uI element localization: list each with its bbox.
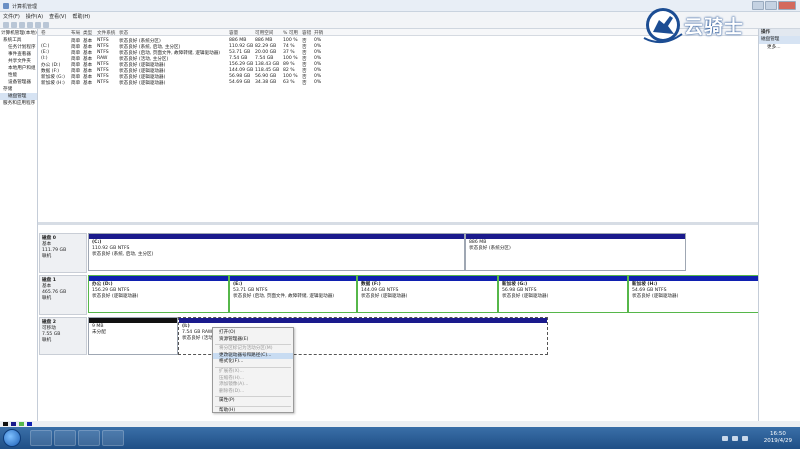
partition-status: 状态良好 (逻辑驱动器) [502,294,549,299]
tree-item-event-viewer[interactable]: 事件查看器 [0,51,37,58]
partition-e[interactable]: (E:) 53.71 GB NTFS 状态良好 (启动, 页面文件, 故障转储,… [229,275,357,313]
actions-pane: 操作 磁盘管理 更多... [758,29,800,421]
col-volume[interactable]: 卷 [41,30,46,36]
partition-unallocated[interactable]: 9 MB 未分配 [88,317,178,355]
tray-flag-icon[interactable] [742,436,748,441]
tree-item-system-tools[interactable]: 系统工具 [0,37,37,44]
cell-status: 状态良好 (逻辑驱动器) [119,81,166,86]
context-menu-item: 扩展卷(X)... [219,368,244,374]
disk-0-label[interactable]: 磁盘 0 基本 111.79 GB 联机 [39,233,87,273]
partition-status: 未分配 [92,330,106,335]
context-menu-item: 删除卷(D)... [219,388,245,394]
context-menu-item[interactable]: 帮助(H) [213,408,293,415]
tree-item-shared-folders[interactable]: 共享文件夹 [0,58,37,65]
partition-g[interactable]: 新加坡 (G:) 56.98 GB NTFS 状态良好 (逻辑驱动器) [498,275,628,313]
partition-system-reserved[interactable]: 886 MB 状态良好 (系统分区) [465,233,686,271]
volume-row[interactable]: 新加坡 (H:) 简单 基本 NTFS 状态良好 (逻辑驱动器) 54.69 GB 34.3… [38,79,758,86]
window-title: 计算机管理 [12,4,38,10]
context-menu-item: 将分区标记为活动分区(M) [219,346,273,352]
partition-status: 状态良好 (逻辑驱动器) [92,294,139,299]
cell-capacity: 54.69 GB [229,80,251,85]
partition-status: 状态良好 (启动, 页面文件, 故障转储, 逻辑驱动器) [233,294,335,299]
menu-separator [215,366,291,368]
menu-help[interactable]: 帮助(H) [72,13,90,20]
cell-volume: 新加坡 (H:) [41,81,65,86]
tray-network-icon[interactable] [722,436,728,441]
cell-type: 基本 [83,81,93,86]
back-icon[interactable] [3,21,9,28]
help-icon[interactable] [35,21,41,28]
disk-2-label[interactable]: 磁盘 2 可移动 7.55 GB 联机 [39,317,87,355]
context-menu-item[interactable]: 属性(P) [213,398,293,405]
partition-status: 状态良好 (逻辑驱动器) [632,294,679,299]
col-capacity[interactable]: 容量 [229,30,238,36]
tree-item-storage[interactable]: 存储 [0,86,37,93]
col-overhead[interactable]: 开销 [314,30,323,36]
cell-filesystem: NTFS [97,80,109,85]
tree-item-device-manager[interactable]: 设备管理器 [0,79,37,86]
tree-item-performance[interactable]: 性能 [0,72,37,79]
partition-f[interactable]: 数据 (F:) 144.09 GB NTFS 状态良好 (逻辑驱动器) [357,275,498,313]
properties-icon[interactable] [27,21,33,28]
menu-action[interactable]: 操作(A) [26,13,43,20]
start-button[interactable] [3,429,21,447]
partition-status: 状态良好 (逻辑驱动器) [361,294,408,299]
context-menu-item[interactable]: 打开(O) [213,330,293,337]
navigation-tree: 计算机管理(本地) 系统工具 任务计划程序 事件查看器 共享文件夹 本地用户和组… [0,29,38,421]
context-menu: 打开(O) 资源管理器(E) 将分区标记为活动分区(M) 更改驱动器号和路径(C)..… [212,327,294,413]
col-type[interactable]: 类型 [83,30,92,36]
context-menu-item[interactable]: 资源管理器(E) [213,337,293,344]
taskbar-disk-management-icon[interactable] [102,430,124,446]
col-free[interactable]: 可用空间 [255,30,273,36]
disk-1-label[interactable]: 磁盘 1 基本 465.76 GB 联机 [39,275,87,315]
taskbar: 16:50 2019/4/29 [0,427,800,449]
cell-overhead: 0% [314,80,322,85]
watermark-text: 云骑士 [684,16,745,38]
disk-status: 联机 [42,338,52,343]
tree-item-root[interactable]: 计算机管理(本地) [0,30,37,37]
clock-date: 2019/4/29 [763,438,792,444]
tree-item-task-scheduler[interactable]: 任务计划程序 [0,44,37,51]
cell-fault-tolerance: 否 [302,81,307,86]
col-fault-tolerance[interactable]: 容错 [302,30,311,36]
legend-logical-icon [27,422,32,426]
cell-free-percent: 63 % [283,80,295,85]
legend-extended-icon [19,422,24,426]
taskbar-explorer-icon[interactable] [30,430,52,446]
pane-splitter[interactable] [38,222,758,225]
up-icon[interactable] [19,21,25,28]
partition-d[interactable]: 办公 (D:) 156.29 GB NTFS 状态良好 (逻辑驱动器) [88,275,229,313]
partition-c[interactable]: (C:) 110.92 GB NTFS 状态良好 (系统, 启动, 主分区) [88,233,465,271]
tray-volume-icon[interactable] [732,436,738,441]
col-layout[interactable]: 布局 [71,30,80,36]
refresh-icon[interactable] [43,21,49,28]
cell-free: 34.38 GB [255,80,277,85]
menu-view[interactable]: 查看(V) [49,13,66,20]
tree-item-disk-management[interactable]: 磁盘管理 [0,93,37,100]
taskbar-app-icon[interactable] [78,430,100,446]
disk-status: 联机 [42,296,52,301]
context-menu-item: 添加镜像(A)... [219,382,249,388]
forward-icon[interactable] [11,21,17,28]
clock-time: 16:50 [769,431,786,437]
clock[interactable]: 16:50 2019/4/29 [764,431,792,445]
taskbar-media-icon[interactable] [54,430,76,446]
tree-item-services[interactable]: 服务和应用程序 [0,100,37,107]
cell-layout: 简单 [71,81,81,86]
menu-file[interactable]: 文件(F) [3,13,20,20]
legend-primary-icon [11,422,16,426]
context-menu-item[interactable]: 格式化(F)... [213,359,293,366]
legend-unallocated-icon [3,422,8,426]
disk-management-panel: 卷 布局 类型 文件系统 状态 容量 可用空间 % 可用 容错 开销 简单 基本 N… [38,29,759,421]
col-filesystem[interactable]: 文件系统 [97,30,115,36]
partition-status: 状态良好 (系统, 启动, 主分区) [92,252,154,257]
col-status[interactable]: 状态 [119,30,128,36]
col-free-percent[interactable]: % 可用 [283,30,298,36]
disk-status: 联机 [42,254,52,259]
menu-separator [215,405,291,407]
tree-item-local-users[interactable]: 本地用户和组 [0,65,37,72]
computer-management-icon [3,3,9,9]
partition-h[interactable]: 新加坡 (H:) 54.69 GB NTFS 状态良好 (逻辑驱动器) [628,275,759,313]
partition-status: 状态良好 (系统分区) [469,246,511,251]
